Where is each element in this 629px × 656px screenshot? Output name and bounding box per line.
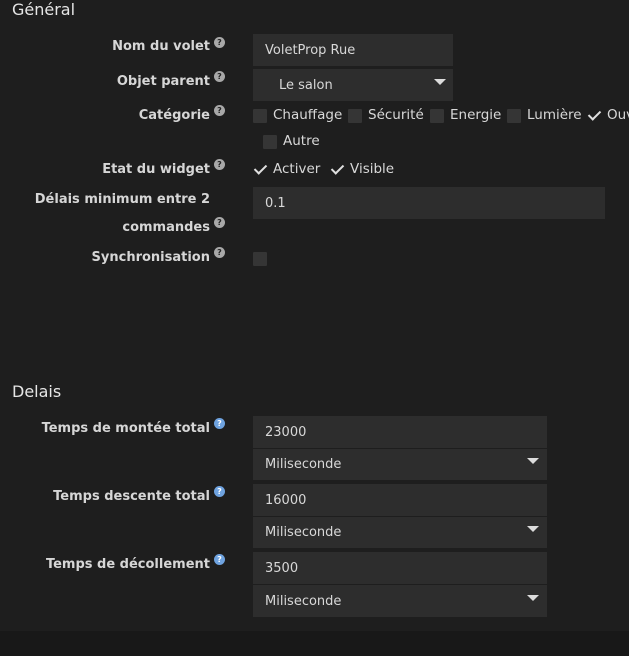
option-autre: Autre — [283, 133, 320, 149]
widget-state-label: Etat du widget — [102, 162, 210, 177]
chevron-down-icon[interactable] — [434, 79, 446, 85]
help-icon[interactable]: ? — [214, 105, 225, 116]
takeoff-time-label: Temps de décollement — [45, 557, 210, 572]
rise-time-unit-value: Miliseconde — [265, 456, 342, 472]
help-icon[interactable]: ? — [214, 554, 225, 565]
checkbox-securite[interactable] — [348, 109, 362, 123]
checkbox-autre[interactable] — [263, 135, 277, 149]
min-delay-label-line1: Délais minimum entre 2 — [34, 192, 210, 207]
checkbox-synchronisation[interactable] — [253, 252, 267, 266]
section-title-general: Général — [12, 0, 76, 19]
chevron-down-icon[interactable] — [527, 595, 539, 601]
footer-bar — [0, 631, 629, 656]
name-label: Nom du volet — [112, 39, 210, 54]
option-chauffage: Chauffage — [273, 107, 343, 123]
checkbox-visible-checked[interactable] — [330, 162, 344, 176]
option-lumiere: Lumière — [527, 107, 582, 123]
descent-time-unit-value: Miliseconde — [265, 524, 342, 540]
descent-time-unit-select[interactable]: Miliseconde — [253, 516, 547, 548]
parent-label: Objet parent — [116, 74, 210, 89]
option-energie: Energie — [450, 107, 502, 123]
divider — [253, 584, 547, 585]
option-securite: Sécurité — [368, 107, 424, 123]
option-visible: Visible — [350, 161, 395, 177]
min-delay-label-line2: commandes — [122, 220, 210, 235]
name-input[interactable]: VoletProp Rue — [253, 34, 453, 66]
chevron-down-icon[interactable] — [527, 526, 539, 532]
rise-time-input[interactable]: 23000 — [253, 416, 547, 448]
rise-time-label: Temps de montée total — [41, 421, 210, 436]
category-label: Catégorie — [138, 108, 210, 123]
help-icon[interactable]: ? — [214, 37, 225, 48]
parent-select-value: Le salon — [279, 77, 333, 93]
takeoff-time-unit-value: Miliseconde — [265, 593, 342, 609]
option-activer: Activer — [273, 161, 321, 177]
checkbox-chauffage[interactable] — [253, 109, 267, 123]
help-icon[interactable]: ? — [214, 159, 225, 170]
descent-time-input[interactable]: 16000 — [253, 484, 547, 516]
help-icon[interactable]: ? — [214, 418, 225, 429]
checkbox-energie[interactable] — [430, 109, 444, 123]
divider — [253, 448, 547, 449]
min-delay-input[interactable]: 0.1 — [253, 187, 605, 219]
sync-label: Synchronisation — [91, 250, 210, 265]
rise-time-unit-select[interactable]: Miliseconde — [253, 448, 547, 480]
chevron-down-icon[interactable] — [527, 458, 539, 464]
help-icon[interactable]: ? — [214, 71, 225, 82]
section-title-delais: Delais — [12, 382, 62, 401]
divider — [253, 516, 547, 517]
checkbox-activer-checked[interactable] — [253, 162, 267, 176]
takeoff-time-unit-select[interactable]: Miliseconde — [253, 585, 547, 617]
takeoff-time-input[interactable]: 3500 — [253, 552, 547, 584]
help-icon[interactable]: ? — [214, 486, 225, 497]
checkbox-lumiere[interactable] — [507, 109, 521, 123]
help-icon[interactable]: ? — [214, 247, 225, 258]
option-ouvrant: Ouv — [607, 107, 629, 123]
help-icon[interactable]: ? — [214, 217, 225, 228]
checkbox-ouvrant-checked[interactable] — [587, 108, 601, 122]
descent-time-label: Temps descente total — [53, 489, 210, 504]
parent-select[interactable]: Le salon — [253, 69, 453, 101]
